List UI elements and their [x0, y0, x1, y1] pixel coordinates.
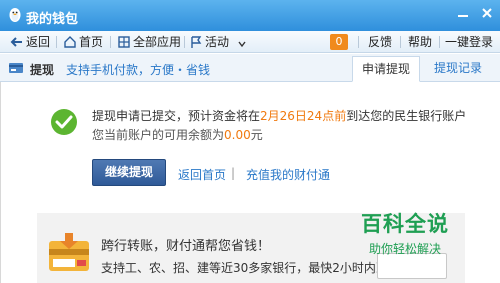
continue-withdraw-button[interactable]: 继续提现 — [92, 159, 166, 186]
return-home-link[interactable]: 返回首页 — [178, 166, 226, 183]
tab-withdraw-records[interactable]: 提现记录 — [424, 56, 492, 82]
link-separator: | — [231, 166, 236, 180]
title-bar: 我的钱包 — [0, 0, 500, 31]
help-link[interactable]: 帮助 — [408, 34, 432, 50]
page-title: 提现 — [30, 63, 55, 77]
tab-apply-withdraw[interactable]: 申请提现 — [352, 56, 420, 82]
toolbar-divider — [439, 36, 440, 48]
balance-amount: 0.00 — [224, 128, 251, 142]
qq-penguin-icon — [9, 8, 21, 22]
toolbar-divider — [358, 36, 359, 48]
feedback-link[interactable]: 反馈 — [368, 34, 392, 50]
promo-description: 支持工、农、招、建等近30多家银行，最快2小时内到账！ — [101, 261, 412, 275]
bank-card-icon — [49, 233, 89, 271]
back-arrow-icon — [10, 37, 22, 47]
toolbar-divider — [184, 36, 185, 48]
close-icon — [482, 8, 492, 18]
back-button[interactable]: 返回 — [10, 34, 50, 50]
status-message: 提现申请已提交，预计资金将在2月26日24点前到达您的民生银行账户 — [92, 109, 467, 123]
watermark-title: 百科全说 — [361, 212, 449, 236]
one-click-login-link[interactable]: 一键登录 — [445, 34, 493, 50]
grid-icon — [118, 36, 130, 48]
close-button[interactable] — [476, 6, 498, 24]
toolbar-divider — [56, 36, 57, 48]
toolbar-divider — [400, 36, 401, 48]
flag-icon — [191, 36, 202, 48]
promo-title: 跨行转账，财付通帮您省钱！ — [101, 239, 271, 254]
section-header: 提现 支持手机付款，方便・省钱 申请提现 提现记录 — [0, 54, 500, 82]
activities-menu[interactable]: 活动 — [189, 34, 249, 50]
arrival-deadline: 2月26日24点前 — [260, 109, 347, 123]
chevron-down-icon — [238, 41, 246, 48]
toolbar-divider — [110, 36, 111, 48]
notification-badge[interactable]: 0 — [330, 34, 348, 50]
success-check-icon — [51, 109, 77, 135]
watermark: 百科全说 助你轻松解决 — [350, 208, 460, 257]
minimize-icon — [458, 15, 468, 17]
recharge-link[interactable]: 充值我的财付通 — [246, 166, 330, 183]
balance-message: 您当前账户的可用余额为0.00元 — [92, 128, 263, 142]
home-icon — [64, 36, 76, 48]
toolbar: 返回 首页 全部应用 活动 0 反馈 帮助 一键登录 — [0, 31, 500, 53]
minimize-button[interactable] — [452, 6, 474, 24]
header-subtitle[interactable]: 支持手机付款，方便・省钱 — [66, 61, 210, 78]
all-apps-button[interactable]: 全部应用 — [117, 34, 181, 50]
content-border — [0, 82, 1, 283]
withdraw-icon — [9, 63, 23, 73]
home-button[interactable]: 首页 — [63, 34, 103, 50]
window-title: 我的钱包 — [26, 12, 79, 27]
watermark-subtitle: 助你轻松解决 — [368, 242, 441, 256]
